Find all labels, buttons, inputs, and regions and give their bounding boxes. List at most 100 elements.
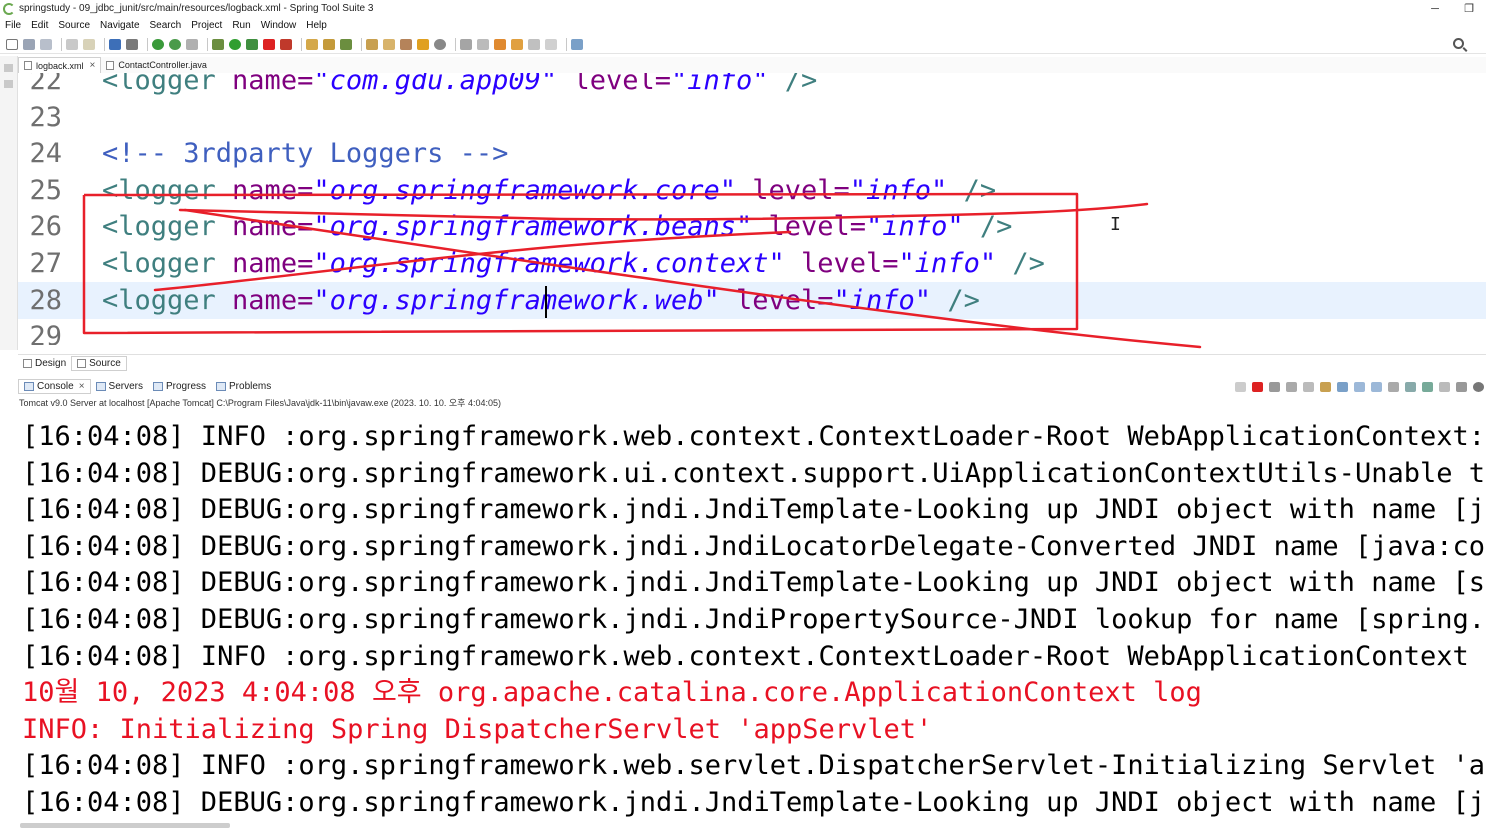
minimize-icon[interactable]	[1439, 381, 1450, 392]
tab-problems[interactable]: Problems	[211, 379, 276, 394]
bug-icon[interactable]	[212, 38, 224, 50]
code-token: "info"	[866, 211, 964, 243]
code-line[interactable]: 22 <logger name="com.gdu.app09" level="in…	[18, 73, 1486, 99]
nav-forward-icon[interactable]	[545, 38, 557, 50]
debug-icon[interactable]	[126, 38, 138, 50]
code-line[interactable]: 27 <logger name="org.springframework.cont…	[18, 245, 1486, 282]
code-token: level=	[752, 174, 850, 206]
show-on-error-icon[interactable]	[1371, 381, 1382, 392]
menu-navigate[interactable]: Navigate	[100, 20, 139, 31]
code-line[interactable]: 24 <!-- 3rdparty Loggers -->	[18, 135, 1486, 172]
open-type-icon[interactable]	[366, 38, 378, 50]
code-text: <logger name="org.springframework.contex…	[102, 245, 1045, 282]
refresh-icon[interactable]	[1235, 381, 1246, 392]
code-line[interactable]: 26 <logger name="org.springframework.bean…	[18, 208, 1486, 245]
code-token: "info"	[849, 174, 948, 206]
globe-icon[interactable]	[434, 38, 446, 50]
remove-all-icon[interactable]	[1286, 381, 1297, 392]
stop-icon[interactable]	[263, 38, 275, 50]
build-icon[interactable]	[186, 38, 198, 50]
restore-view-icon[interactable]	[4, 64, 13, 72]
code-editor[interactable]: 22 <logger name="com.gdu.app09" level="in…	[18, 73, 1486, 345]
pin-icon[interactable]	[477, 38, 489, 50]
annotation-icon[interactable]	[460, 38, 472, 50]
word-wrap-icon[interactable]	[1337, 381, 1348, 392]
mark-icon[interactable]	[417, 38, 429, 50]
tab-console[interactable]: Console ×	[18, 378, 91, 394]
menu-file[interactable]: File	[5, 20, 21, 31]
tab-source[interactable]: Source	[71, 355, 127, 371]
code-token: <logger	[102, 174, 233, 206]
code-line[interactable]: 25 <logger name="org.springframework.core…	[18, 172, 1486, 209]
open-perspective-icon[interactable]	[571, 38, 583, 50]
problems-icon	[216, 381, 227, 391]
pin-console-icon[interactable]	[1388, 381, 1399, 392]
close-icon[interactable]: ×	[79, 381, 85, 392]
open-console-icon[interactable]	[1422, 381, 1433, 392]
code-line[interactable]: 28 <logger name="org.springframework.web"…	[18, 281, 1486, 319]
tab-contact-controller[interactable]: ContactController.java	[101, 57, 212, 73]
code-line[interactable]: 23	[18, 99, 1486, 136]
console-output[interactable]: [16:04:08] INFO :org.springframework.web…	[18, 412, 1486, 822]
package-explorer-icon[interactable]	[4, 80, 13, 88]
brush-icon[interactable]	[400, 38, 412, 50]
close-icon[interactable]: ×	[90, 60, 96, 71]
design-icon	[23, 358, 32, 368]
menu-help[interactable]: Help	[306, 20, 327, 31]
code-text: <logger name="com.gdu.app09" level="info…	[102, 73, 817, 99]
maximize-icon[interactable]	[1456, 381, 1467, 392]
restore-button[interactable]: ❐	[1452, 0, 1486, 17]
log-line: [16:04:08] DEBUG:org.springframework.jnd…	[22, 604, 1486, 635]
search-icon[interactable]	[1453, 38, 1464, 49]
menu-edit[interactable]: Edit	[31, 20, 48, 31]
deploy-icon[interactable]	[280, 38, 292, 50]
gear-icon[interactable]	[1473, 381, 1484, 392]
terminate-icon[interactable]	[1252, 381, 1263, 392]
run-icon[interactable]	[229, 38, 241, 50]
menu-search[interactable]: Search	[150, 20, 182, 31]
tab-design[interactable]: Design	[18, 356, 71, 371]
save-all-icon[interactable]	[40, 38, 52, 50]
forward-icon[interactable]	[511, 38, 523, 50]
code-token: level=	[801, 248, 899, 279]
clear-console-icon[interactable]	[1303, 381, 1314, 392]
spring-icon[interactable]	[152, 38, 164, 50]
tab-logback-xml[interactable]: logback.xml ×	[18, 57, 102, 73]
code-token: name=	[232, 248, 314, 279]
new-icon[interactable]	[6, 38, 18, 50]
code-line[interactable]: 29	[18, 318, 1486, 345]
tab-progress[interactable]: Progress	[148, 379, 211, 394]
new-interface-icon[interactable]	[340, 38, 352, 50]
code-token: <logger	[102, 248, 233, 279]
log-line: [16:04:08] INFO :org.springframework.web…	[22, 750, 1486, 782]
menu-run[interactable]: Run	[232, 20, 250, 31]
display-console-icon[interactable]	[1405, 381, 1416, 392]
new-package-icon[interactable]	[323, 38, 335, 50]
back-icon[interactable]	[494, 38, 506, 50]
open-folder-icon[interactable]	[383, 38, 395, 50]
horizontal-scrollbar[interactable]	[20, 823, 230, 828]
menu-project[interactable]: Project	[191, 20, 222, 31]
menu-window[interactable]: Window	[261, 20, 297, 31]
editor-tab-bar: logback.xml × ContactController.java	[18, 57, 1486, 73]
copy-icon[interactable]	[83, 38, 95, 50]
server-icon[interactable]	[109, 38, 121, 50]
print-icon[interactable]	[66, 38, 78, 50]
new-class-icon[interactable]	[306, 38, 318, 50]
nav-back-icon[interactable]	[528, 38, 540, 50]
minimize-button[interactable]: ─	[1418, 0, 1452, 17]
menu-source[interactable]: Source	[58, 20, 90, 31]
scroll-lock-icon[interactable]	[1320, 381, 1331, 392]
remove-launch-icon[interactable]	[1269, 381, 1280, 392]
log-line: [16:04:08] DEBUG:org.springframework.jnd…	[22, 530, 1486, 562]
run-external-icon[interactable]	[246, 38, 258, 50]
console-toolbar	[1229, 380, 1484, 393]
left-trim-strip	[0, 56, 18, 350]
menu-bar: File Edit Source Navigate Search Project…	[0, 17, 1486, 33]
show-on-output-icon[interactable]	[1354, 381, 1365, 392]
tab-servers[interactable]: Servers	[91, 379, 148, 394]
save-icon[interactable]	[23, 38, 35, 50]
refresh-icon[interactable]	[169, 38, 181, 50]
